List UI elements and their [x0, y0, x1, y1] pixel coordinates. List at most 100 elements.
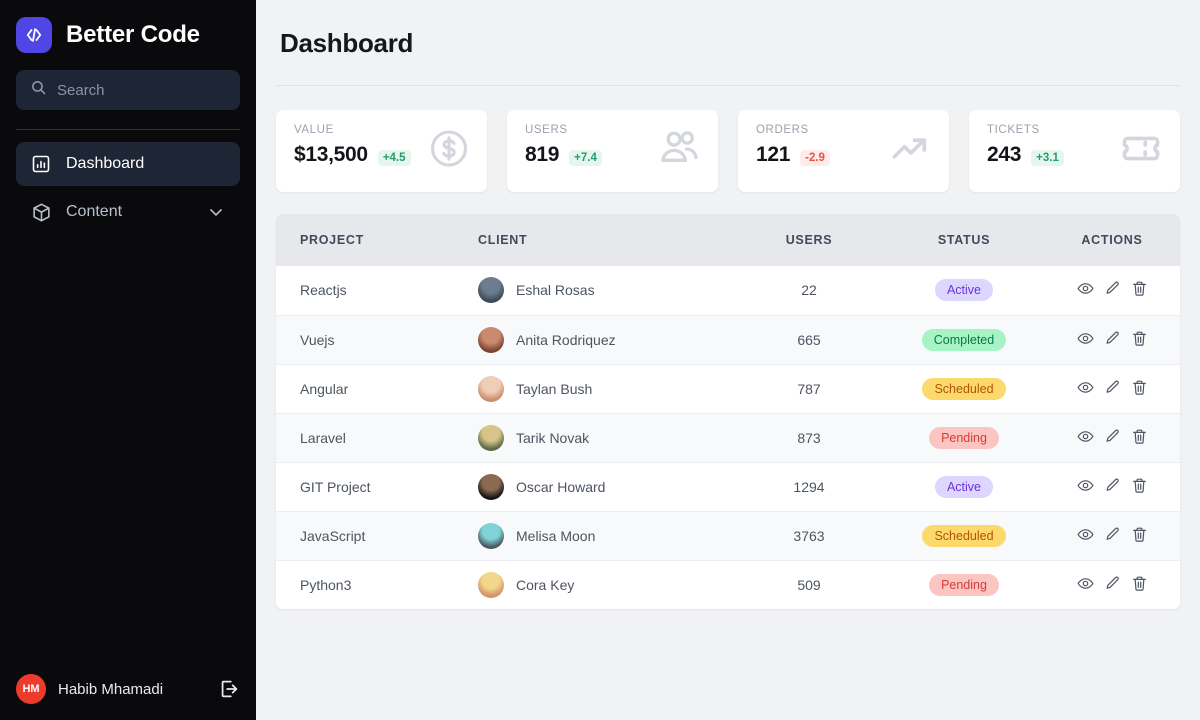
sidebar-item-dashboard[interactable]: Dashboard: [16, 142, 240, 186]
client-name: Eshal Rosas: [516, 282, 595, 299]
status-badge: Pending: [929, 573, 999, 596]
code-brackets-icon: [16, 17, 52, 53]
cell-status: Scheduled: [884, 511, 1044, 560]
cell-client: Anita Rodriquez: [464, 315, 734, 364]
table-row[interactable]: Laravel Tarik Novak 873 Pending: [276, 413, 1180, 462]
table-row[interactable]: Angular Taylan Bush 787 Scheduled: [276, 364, 1180, 413]
sidebar-footer: HM Habib Mhamadi: [0, 658, 256, 720]
trash-icon[interactable]: [1131, 428, 1148, 445]
row-actions: [1076, 280, 1148, 297]
eye-icon[interactable]: [1076, 575, 1094, 592]
cell-client: Oscar Howard: [464, 462, 734, 511]
client-name: Anita Rodriquez: [516, 331, 616, 348]
search-container: [0, 54, 256, 110]
chevron-down-icon[interactable]: [206, 202, 226, 222]
app-root: Better Code Search Dashboard Content HM …: [0, 0, 1200, 720]
pencil-icon[interactable]: [1104, 575, 1121, 592]
cell-project: Laravel: [300, 429, 346, 446]
eye-icon[interactable]: [1076, 477, 1094, 494]
stat-card-value-text: $13,500: [294, 143, 368, 166]
table-row[interactable]: Reactjs Eshal Rosas 22 Active: [276, 266, 1180, 315]
brand: Better Code: [0, 0, 256, 54]
stat-card-value-text: 819: [525, 143, 560, 166]
ticket-icon: [1118, 127, 1164, 176]
cell-project: Python3: [300, 576, 352, 593]
status-badge: Active: [934, 475, 994, 498]
column-header-client: CLIENT: [464, 214, 734, 266]
cell-actions: [1044, 413, 1180, 462]
eye-icon[interactable]: [1076, 526, 1094, 543]
stat-card-value-text: 121: [756, 143, 791, 166]
cell-actions: [1044, 511, 1180, 560]
eye-icon[interactable]: [1076, 280, 1094, 297]
stat-card-delta: +3.1: [1031, 150, 1064, 166]
avatar: [478, 326, 504, 353]
table-row[interactable]: GIT Project Oscar Howard 1294 Active: [276, 462, 1180, 511]
pencil-icon[interactable]: [1104, 526, 1121, 543]
trash-icon[interactable]: [1131, 575, 1148, 592]
pencil-icon[interactable]: [1104, 330, 1121, 347]
eye-icon[interactable]: [1076, 428, 1094, 445]
cell-client: Cora Key: [464, 560, 734, 609]
cell-client: Melisa Moon: [464, 511, 734, 560]
cell-client: Taylan Bush: [464, 364, 734, 413]
cell-client: Tarik Novak: [464, 413, 734, 462]
column-header-status: STATUS: [884, 214, 1044, 266]
table-row[interactable]: Python3 Cora Key 509 Pending: [276, 560, 1180, 609]
cell-users: 3763: [793, 527, 825, 544]
stat-card-label: ORDERS: [756, 124, 809, 136]
trash-icon[interactable]: [1131, 330, 1148, 347]
avatar: HM: [16, 674, 46, 704]
eye-icon[interactable]: [1076, 379, 1094, 396]
sidebar-nav: Dashboard Content: [0, 130, 256, 234]
stat-card-tickets: TICKETS 243 +3.1: [969, 110, 1180, 192]
sidebar-item-label: Dashboard: [66, 155, 145, 172]
stat-card-users: USERS 819 +7.4: [507, 110, 718, 192]
user-name: Habib Mhamadi: [58, 680, 164, 698]
column-header-actions: ACTIONS: [1044, 214, 1180, 266]
projects-table: PROJECT CLIENT USERS STATUS ACTIONS Reac…: [276, 214, 1180, 609]
status-badge: Scheduled: [922, 524, 1006, 547]
trash-icon[interactable]: [1131, 379, 1148, 396]
status-badge: Active: [934, 279, 994, 302]
cell-status: Completed: [884, 315, 1044, 364]
sidebar-item-label: Content: [66, 203, 123, 220]
cell-project: Reactjs: [300, 282, 347, 299]
pencil-icon[interactable]: [1104, 477, 1121, 494]
table-header-row: PROJECT CLIENT USERS STATUS ACTIONS: [276, 214, 1180, 266]
cell-project: JavaScript: [300, 527, 366, 544]
sidebar-item-content[interactable]: Content: [16, 190, 240, 234]
table-row[interactable]: Vuejs Anita Rodriquez 665 Completed: [276, 315, 1180, 364]
search-input[interactable]: [57, 81, 226, 99]
cell-users: 787: [797, 380, 821, 397]
row-actions: [1076, 330, 1148, 347]
logout-icon[interactable]: [218, 678, 240, 700]
stat-card-delta: +7.4: [569, 150, 602, 166]
stat-card-label: VALUE: [294, 124, 334, 136]
search-box[interactable]: [16, 70, 240, 110]
page-title: Dashboard: [280, 28, 414, 58]
client-name: Melisa Moon: [516, 527, 596, 544]
pencil-icon[interactable]: [1104, 428, 1121, 445]
cell-status: Active: [884, 266, 1044, 315]
avatar: [478, 277, 504, 304]
trash-icon[interactable]: [1131, 526, 1148, 543]
stat-card-delta: +4.5: [377, 150, 411, 166]
cell-users: 665: [797, 331, 821, 348]
row-actions: [1076, 575, 1148, 592]
trash-icon[interactable]: [1131, 477, 1148, 494]
stat-card-label: USERS: [525, 124, 568, 136]
eye-icon[interactable]: [1076, 330, 1094, 347]
pencil-icon[interactable]: [1104, 280, 1121, 297]
trash-icon[interactable]: [1131, 280, 1148, 297]
table-row[interactable]: JavaScript Melisa Moon 3763 Scheduled: [276, 511, 1180, 560]
cell-project: Angular: [300, 380, 349, 397]
cell-actions: [1044, 266, 1180, 315]
cell-status: Active: [884, 462, 1044, 511]
row-actions: [1076, 526, 1148, 543]
client-name: Taylan Bush: [516, 380, 593, 397]
cell-actions: [1044, 560, 1180, 609]
stat-card-orders: ORDERS 121 -2.9: [738, 110, 949, 192]
row-actions: [1076, 428, 1148, 445]
pencil-icon[interactable]: [1104, 379, 1121, 396]
